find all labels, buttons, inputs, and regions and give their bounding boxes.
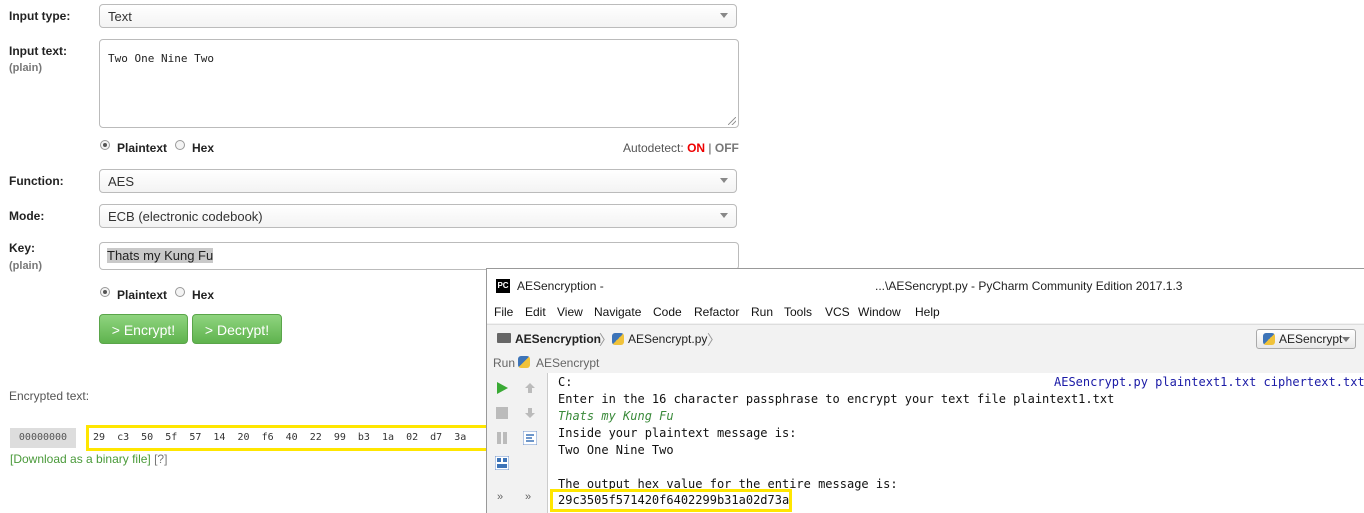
- menu-help[interactable]: Help: [915, 305, 940, 319]
- more-actions-icon[interactable]: »: [497, 491, 503, 503]
- navigation-bar: AESencryption 〉 AESencrypt.py 〉 AESencry…: [487, 324, 1364, 355]
- chevron-down-icon: [720, 13, 728, 18]
- key-hex-radio[interactable]: [175, 287, 185, 297]
- window-title-project: AESencryption -: [517, 279, 604, 293]
- key-input[interactable]: Thats my Kung Fu: [99, 242, 739, 270]
- console-line-plaintext: Two One Nine Two: [558, 443, 674, 457]
- run-console-output[interactable]: C: AESencrypt.py plaintext1.txt cipherte…: [548, 373, 1364, 513]
- hex-bytes: 29 c3 50 5f 57 14 20 f6 40 22 99 b3 1a 0…: [86, 425, 491, 451]
- key-hex-label: Hex: [192, 288, 215, 302]
- input-hex-radio[interactable]: [175, 140, 185, 150]
- chevron-down-icon: [1342, 337, 1350, 342]
- menu-window[interactable]: Window: [858, 305, 901, 319]
- resize-grip-icon[interactable]: [728, 117, 736, 125]
- key-sublabel: (plain): [9, 260, 42, 272]
- run-label: Run: [493, 356, 516, 370]
- mode-select[interactable]: ECB (electronic codebook): [99, 204, 737, 228]
- input-text-value: Two One Nine Two: [108, 52, 214, 65]
- key-plaintext-radio[interactable]: [100, 287, 110, 297]
- input-text-sublabel: (plain): [9, 62, 42, 74]
- input-type-label: Input type:: [9, 9, 71, 23]
- mode-value: ECB (electronic codebook): [108, 209, 263, 224]
- console-hex-output: 29c3505f571420f6402299b31a02d73a: [550, 489, 792, 512]
- menu-code[interactable]: Code: [653, 305, 682, 319]
- key-label: Key:: [9, 241, 36, 255]
- hex-offset: 00000000: [10, 428, 76, 448]
- encrypted-text-label: Encrypted text:: [9, 389, 90, 403]
- stop-icon[interactable]: [495, 406, 509, 420]
- help-link[interactable]: [?]: [154, 452, 167, 466]
- rerun-icon[interactable]: [495, 381, 509, 395]
- encrypt-button[interactable]: > Encrypt!: [99, 314, 188, 344]
- key-plaintext-label: Plaintext: [117, 288, 168, 302]
- python-run-icon: [1263, 333, 1275, 345]
- arrow-up-icon[interactable]: [523, 381, 537, 395]
- run-tool-bar: Run AESencrypt: [487, 353, 1364, 373]
- run-side-toolbar: » »: [487, 373, 548, 513]
- layout-icon[interactable]: [495, 456, 509, 470]
- input-type-select[interactable]: Text: [99, 4, 737, 28]
- input-hex-label: Hex: [192, 141, 215, 155]
- chevron-down-icon: [720, 178, 728, 183]
- breadcrumb-chevron-icon: 〉: [599, 332, 613, 348]
- function-label: Function:: [9, 174, 64, 188]
- breadcrumb-chevron-icon: 〉: [707, 332, 721, 348]
- key-value: Thats my Kung Fu: [107, 248, 214, 263]
- menu-vcs[interactable]: VCS: [825, 305, 850, 319]
- menu-tools[interactable]: Tools: [784, 305, 812, 319]
- menu-file[interactable]: File: [494, 305, 513, 319]
- input-plaintext-label: Plaintext: [117, 141, 168, 155]
- pause-icon[interactable]: [495, 431, 509, 445]
- input-plaintext-radio[interactable]: [100, 140, 110, 150]
- decrypt-button[interactable]: > Decrypt!: [192, 314, 282, 344]
- breadcrumb-file[interactable]: AESencrypt.py: [628, 332, 707, 346]
- run-config-value: AESencrypt: [1279, 332, 1343, 346]
- python-file-icon: [612, 333, 624, 345]
- input-text-label: Input text:: [9, 44, 67, 58]
- arrow-down-icon[interactable]: [523, 406, 537, 420]
- input-type-value: Text: [108, 9, 132, 24]
- run-config-dropdown[interactable]: AESencrypt: [1256, 329, 1356, 349]
- autodetect-off-link[interactable]: OFF: [715, 141, 739, 155]
- input-text-area[interactable]: Two One Nine Two: [99, 39, 739, 128]
- menu-view[interactable]: View: [557, 305, 583, 319]
- function-select[interactable]: AES: [99, 169, 737, 193]
- more-actions-icon[interactable]: »: [525, 491, 531, 503]
- menu-navigate[interactable]: Navigate: [594, 305, 641, 319]
- soft-wrap-icon[interactable]: [523, 431, 537, 445]
- console-command-args: AESencrypt.py plaintext1.txt ciphertext.…: [1054, 375, 1364, 389]
- pycharm-logo-icon: PC: [496, 279, 510, 293]
- console-line-input-echo: Thats my Kung Fu: [558, 409, 674, 423]
- console-line-prompt: Enter in the 16 character passphrase to …: [558, 392, 1115, 406]
- menu-edit[interactable]: Edit: [525, 305, 546, 319]
- menu-run[interactable]: Run: [751, 305, 773, 319]
- breadcrumb-project[interactable]: AESencryption: [515, 332, 601, 346]
- autodetect-toggle: Autodetect: ON | OFF: [623, 141, 739, 155]
- pycharm-window: PC AESencryption - ...\AESencrypt.py - P…: [486, 268, 1364, 513]
- mode-label: Mode:: [9, 209, 45, 223]
- function-value: AES: [108, 174, 135, 189]
- download-area: [Download as a binary file] [?]: [10, 452, 167, 466]
- console-command-prefix: C:: [558, 375, 573, 389]
- menu-bar: File Edit View Navigate Code Refactor Ru…: [487, 303, 1364, 323]
- pycharm-titlebar: PC AESencryption - ...\AESencrypt.py - P…: [487, 269, 1364, 303]
- chevron-down-icon: [720, 213, 728, 218]
- autodetect-separator: |: [708, 141, 712, 155]
- folder-icon: [497, 333, 511, 343]
- autodetect-on-link[interactable]: ON: [687, 141, 705, 155]
- download-binary-link[interactable]: [Download as a binary file]: [10, 452, 151, 466]
- window-title-file: ...\AESencrypt.py - PyCharm Community Ed…: [875, 279, 1183, 293]
- run-tab[interactable]: AESencrypt: [536, 356, 599, 370]
- autodetect-label: Autodetect:: [623, 141, 684, 155]
- console-line-plaintext-header: Inside your plaintext message is:: [558, 426, 797, 440]
- menu-refactor[interactable]: Refactor: [694, 305, 739, 319]
- python-run-icon: [518, 356, 530, 368]
